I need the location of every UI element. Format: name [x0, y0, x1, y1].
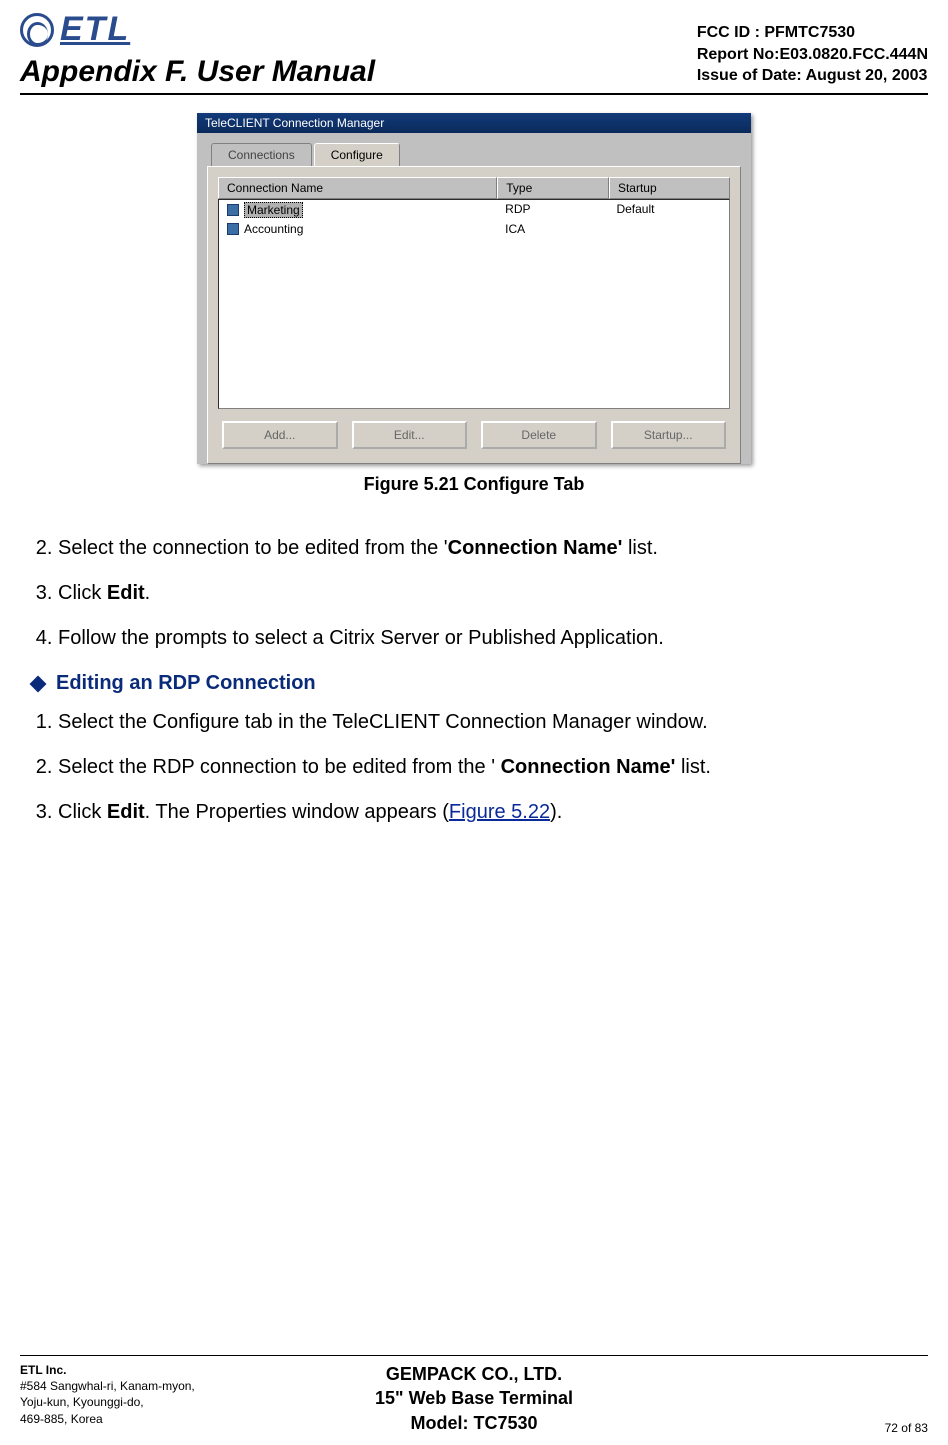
logo-mark-icon — [20, 13, 54, 47]
footer-company: ETL Inc. — [20, 1362, 323, 1378]
row-type: ICA — [497, 220, 608, 238]
footer-center: GEMPACK CO., LTD. 15" Web Base Terminal … — [323, 1362, 626, 1435]
row-name: Accounting — [244, 222, 303, 236]
list-body[interactable]: Marketing RDP Default Accounting ICA — [218, 199, 730, 409]
footer-addr2: Yoju-kun, Kyounggi-do, — [20, 1394, 323, 1410]
footer-center3: Model: TC7530 — [323, 1411, 626, 1435]
footer-center2: 15" Web Base Terminal — [323, 1386, 626, 1410]
tab-connections[interactable]: Connections — [211, 143, 312, 166]
list-item[interactable]: Marketing RDP Default — [219, 200, 729, 220]
screenshot-window: TeleCLIENT Connection Manager Connection… — [197, 113, 751, 464]
footer-center1: GEMPACK CO., LTD. — [323, 1362, 626, 1386]
logo: ETL — [20, 10, 375, 49]
footer-addr1: #584 Sangwhal-ri, Kanam-myon, — [20, 1378, 323, 1394]
header-meta: FCC ID : PFMTC7530 Report No:E03.0820.FC… — [697, 22, 928, 89]
connection-icon — [227, 204, 239, 216]
row-startup — [608, 220, 729, 238]
figure-caption: Figure 5.21 Configure Tab — [20, 474, 928, 495]
list-item[interactable]: Accounting ICA — [219, 220, 729, 238]
steps-list-1: Select the connection to be edited from … — [20, 535, 928, 652]
col-type[interactable]: Type — [497, 177, 609, 199]
section-heading: Editing an RDP Connection — [28, 672, 928, 695]
row-startup: Default — [608, 200, 729, 220]
rdp-step-2: Select the RDP connection to be edited f… — [58, 754, 928, 781]
step-3: Click Edit. — [58, 580, 928, 607]
logo-text: ETL — [60, 10, 130, 49]
footer-right: 72 of 83 — [625, 1421, 928, 1435]
fcc-id: FCC ID : PFMTC7530 — [697, 22, 928, 44]
page-header: ETL Appendix F. User Manual FCC ID : PFM… — [20, 10, 928, 95]
steps-list-2: Select the Configure tab in the TeleCLIE… — [20, 709, 928, 826]
tabstrip: Connections Configure — [197, 133, 751, 166]
issue-date: Issue of Date: August 20, 2003 — [697, 65, 928, 87]
connection-icon — [227, 223, 239, 235]
footer-left: ETL Inc. #584 Sangwhal-ri, Kanam-myon, Y… — [20, 1362, 323, 1427]
tab-panel: Connection Name Type Startup Marketing R… — [207, 166, 741, 464]
rdp-step-1: Select the Configure tab in the TeleCLIE… — [58, 709, 928, 736]
footer-addr3: 469-885, Korea — [20, 1411, 323, 1427]
tab-configure[interactable]: Configure — [314, 143, 400, 166]
startup-button[interactable]: Startup... — [611, 421, 727, 449]
diamond-bullet-icon — [30, 675, 47, 692]
section-title: Editing an RDP Connection — [56, 672, 316, 695]
delete-button[interactable]: Delete — [481, 421, 597, 449]
window-titlebar: TeleCLIENT Connection Manager — [197, 113, 751, 133]
appendix-title: Appendix F. User Manual — [20, 55, 375, 89]
rdp-step-3: Click Edit. The Properties window appear… — [58, 799, 928, 826]
row-name: Marketing — [244, 202, 303, 218]
row-type: RDP — [497, 200, 608, 220]
page-number: 72 of 83 — [885, 1421, 928, 1435]
step-2: Select the connection to be edited from … — [58, 535, 928, 562]
list-header: Connection Name Type Startup — [218, 177, 730, 199]
col-startup[interactable]: Startup — [609, 177, 730, 199]
button-row: Add... Edit... Delete Startup... — [218, 409, 730, 453]
add-button[interactable]: Add... — [222, 421, 338, 449]
col-connection-name[interactable]: Connection Name — [218, 177, 497, 199]
figure-link[interactable]: Figure 5.22 — [449, 801, 550, 823]
step-4: Follow the prompts to select a Citrix Se… — [58, 625, 928, 652]
report-no: Report No:E03.0820.FCC.444N — [697, 44, 928, 66]
page-footer: ETL Inc. #584 Sangwhal-ri, Kanam-myon, Y… — [20, 1355, 928, 1435]
edit-button[interactable]: Edit... — [352, 421, 468, 449]
